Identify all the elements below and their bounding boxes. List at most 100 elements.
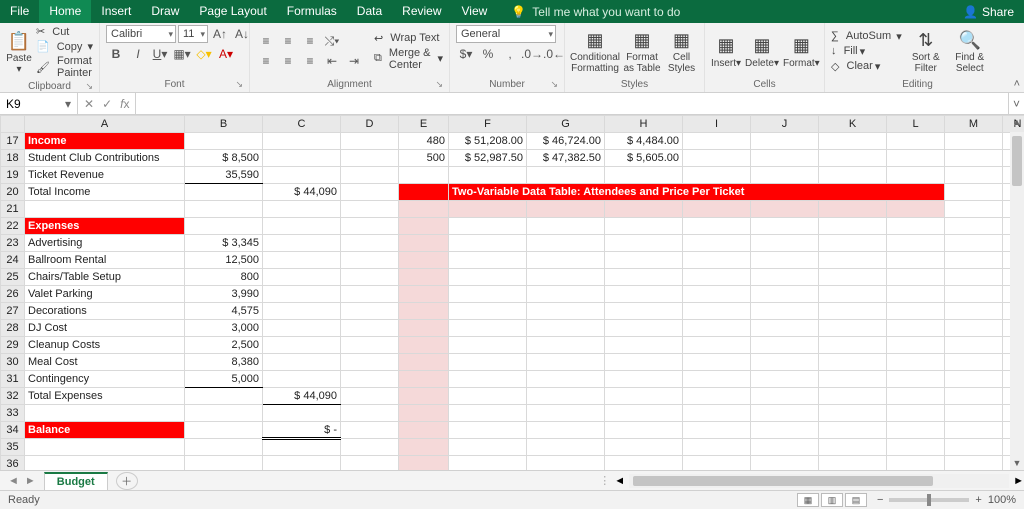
cell-C19[interactable]	[263, 167, 341, 184]
row-header-34[interactable]: 34	[1, 422, 25, 439]
cell-C34[interactable]: $ -	[263, 422, 341, 439]
cell-B21[interactable]	[185, 201, 263, 218]
row-header-22[interactable]: 22	[1, 218, 25, 235]
cell-A29[interactable]: Cleanup Costs	[25, 337, 185, 354]
fx-icon[interactable]: fx	[120, 97, 129, 111]
cell-I19[interactable]	[683, 167, 751, 184]
cell-J30[interactable]	[751, 354, 819, 371]
align-top-button[interactable]: ≡	[256, 32, 276, 50]
cell-F32[interactable]	[449, 388, 527, 405]
scroll-down-button[interactable]: ▼	[1010, 456, 1024, 470]
cell-M25[interactable]	[945, 269, 1003, 286]
cell-C17[interactable]	[263, 133, 341, 150]
col-header-B[interactable]: B	[185, 116, 263, 133]
zoom-handle[interactable]	[927, 494, 931, 506]
cell-E30[interactable]	[399, 354, 449, 371]
cell-G35[interactable]	[527, 439, 605, 456]
row-header-20[interactable]: 20	[1, 184, 25, 201]
cell-D30[interactable]	[341, 354, 399, 371]
col-header-A[interactable]: A	[25, 116, 185, 133]
cell-C33[interactable]	[263, 405, 341, 422]
cell-F29[interactable]	[449, 337, 527, 354]
row-header-29[interactable]: 29	[1, 337, 25, 354]
font-size-combo[interactable]: 11	[178, 25, 208, 43]
cell-E26[interactable]	[399, 286, 449, 303]
cell-C29[interactable]	[263, 337, 341, 354]
cell-M34[interactable]	[945, 422, 1003, 439]
cell-F20[interactable]: Two-Variable Data Table: Attendees and P…	[449, 184, 945, 201]
cell-C18[interactable]	[263, 150, 341, 167]
cell-J35[interactable]	[751, 439, 819, 456]
cell-styles-button[interactable]: ▦Cell Styles	[665, 25, 698, 77]
autosum-button[interactable]: ∑ AutoSum ▾	[831, 30, 902, 43]
cell-M17[interactable]	[945, 133, 1003, 150]
cell-K35[interactable]	[819, 439, 887, 456]
underline-button[interactable]: U▾	[150, 45, 170, 63]
cell-L23[interactable]	[887, 235, 945, 252]
cell-K31[interactable]	[819, 371, 887, 388]
cell-I34[interactable]	[683, 422, 751, 439]
cell-L24[interactable]	[887, 252, 945, 269]
cell-D34[interactable]	[341, 422, 399, 439]
cell-I22[interactable]	[683, 218, 751, 235]
fill-color-button[interactable]: ◇▾	[194, 45, 214, 63]
cell-E24[interactable]	[399, 252, 449, 269]
cell-J36[interactable]	[751, 456, 819, 471]
cell-H28[interactable]	[605, 320, 683, 337]
col-header-M[interactable]: M	[945, 116, 1003, 133]
cell-G34[interactable]	[527, 422, 605, 439]
cell-J26[interactable]	[751, 286, 819, 303]
increase-decimal-button[interactable]: .0→	[522, 45, 542, 63]
cell-C23[interactable]	[263, 235, 341, 252]
row-header-21[interactable]: 21	[1, 201, 25, 218]
cell-A32[interactable]: Total Expenses	[25, 388, 185, 405]
hscroll-right-button[interactable]: ►	[1013, 475, 1024, 487]
cell-H19[interactable]	[605, 167, 683, 184]
cell-J27[interactable]	[751, 303, 819, 320]
cell-F24[interactable]	[449, 252, 527, 269]
cell-M20[interactable]	[945, 184, 1003, 201]
percent-format-button[interactable]: %	[478, 45, 498, 63]
cell-J25[interactable]	[751, 269, 819, 286]
cell-A30[interactable]: Meal Cost	[25, 354, 185, 371]
cell-F19[interactable]	[449, 167, 527, 184]
sheet-tab-active[interactable]: Budget	[44, 472, 108, 490]
cell-M26[interactable]	[945, 286, 1003, 303]
cell-A17[interactable]: Income	[25, 133, 185, 150]
bold-button[interactable]: B	[106, 45, 126, 63]
clipboard-dialog-launcher[interactable]: ↘	[85, 81, 93, 92]
row-header-30[interactable]: 30	[1, 354, 25, 371]
cell-J32[interactable]	[751, 388, 819, 405]
cell-D23[interactable]	[341, 235, 399, 252]
zoom-slider[interactable]	[889, 498, 969, 502]
cell-M32[interactable]	[945, 388, 1003, 405]
cell-B33[interactable]	[185, 405, 263, 422]
cell-K19[interactable]	[819, 167, 887, 184]
format-as-table-button[interactable]: ▦Format as Table	[623, 25, 661, 77]
cell-M27[interactable]	[945, 303, 1003, 320]
row-header-31[interactable]: 31	[1, 371, 25, 388]
cell-M19[interactable]	[945, 167, 1003, 184]
cell-E29[interactable]	[399, 337, 449, 354]
cell-K24[interactable]	[819, 252, 887, 269]
cell-H30[interactable]	[605, 354, 683, 371]
cell-J19[interactable]	[751, 167, 819, 184]
cell-L34[interactable]	[887, 422, 945, 439]
cell-D17[interactable]	[341, 133, 399, 150]
sheet-nav-prev[interactable]: ◄	[8, 475, 19, 487]
format-cells-button[interactable]: ▦Format▾	[783, 25, 820, 77]
tab-formulas[interactable]: Formulas	[277, 0, 347, 23]
cell-A21[interactable]	[25, 201, 185, 218]
cell-G28[interactable]	[527, 320, 605, 337]
tab-draw[interactable]: Draw	[141, 0, 189, 23]
cell-G18[interactable]: $ 47,382.50	[527, 150, 605, 167]
tab-review[interactable]: Review	[392, 0, 451, 23]
cell-J24[interactable]	[751, 252, 819, 269]
cell-B27[interactable]: 4,575	[185, 303, 263, 320]
cell-B24[interactable]: 12,500	[185, 252, 263, 269]
cell-L29[interactable]	[887, 337, 945, 354]
row-header-36[interactable]: 36	[1, 456, 25, 471]
cell-D31[interactable]	[341, 371, 399, 388]
cell-F27[interactable]	[449, 303, 527, 320]
cell-K33[interactable]	[819, 405, 887, 422]
